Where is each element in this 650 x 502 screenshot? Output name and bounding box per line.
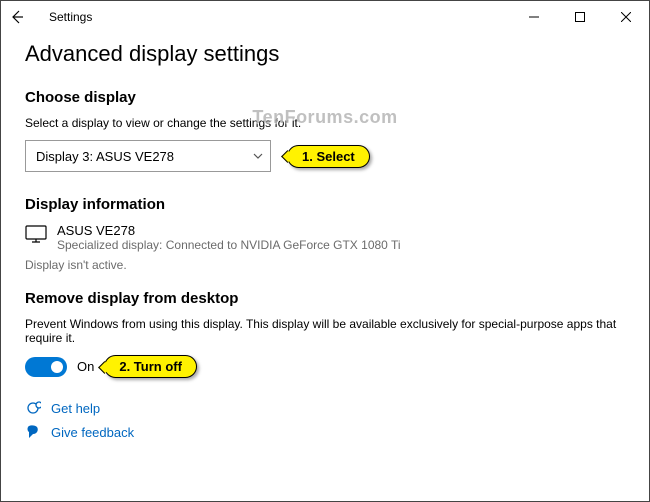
choose-display-hint: Select a display to view or change the s…: [25, 116, 625, 130]
remove-desc: Prevent Windows from using this display.…: [25, 317, 625, 345]
minimize-icon: [529, 12, 539, 22]
close-button[interactable]: [603, 1, 649, 33]
remove-toggle-row: On 2. Turn off: [25, 355, 625, 378]
choose-display-title: Choose display: [25, 89, 625, 106]
display-name: ASUS VE278: [57, 223, 401, 238]
chevron-down-icon: [252, 150, 264, 162]
back-arrow-icon: [9, 9, 25, 25]
monitor-icon: [25, 225, 47, 243]
titlebar: Settings: [1, 1, 649, 33]
help-link[interactable]: Get help: [51, 401, 100, 416]
display-info-row: ASUS VE278 Specialized display: Connecte…: [25, 223, 625, 252]
window-controls: [511, 1, 649, 33]
remove-title: Remove display from desktop: [25, 290, 625, 307]
display-detail: Specialized display: Connected to NVIDIA…: [57, 238, 401, 252]
display-dropdown[interactable]: Display 3: ASUS VE278: [25, 140, 271, 172]
remove-toggle-label: On: [77, 359, 94, 374]
display-info-text: ASUS VE278 Specialized display: Connecte…: [57, 223, 401, 252]
display-status: Display isn't active.: [25, 258, 625, 272]
callout-turnoff: 2. Turn off: [104, 355, 197, 378]
remove-toggle[interactable]: [25, 357, 67, 377]
back-button[interactable]: [1, 1, 33, 33]
help-icon: [25, 400, 41, 416]
feedback-link-row: Give feedback: [25, 424, 625, 440]
display-dropdown-value: Display 3: ASUS VE278: [36, 149, 174, 164]
content-area: Advanced display settings Choose display…: [1, 33, 649, 460]
maximize-icon: [575, 12, 585, 22]
page-heading: Advanced display settings: [25, 41, 625, 67]
callout-select: 1. Select: [287, 145, 370, 168]
close-icon: [621, 12, 631, 22]
feedback-icon: [25, 424, 41, 440]
maximize-button[interactable]: [557, 1, 603, 33]
minimize-button[interactable]: [511, 1, 557, 33]
display-select-row: Display 3: ASUS VE278 1. Select: [25, 140, 625, 172]
window-title: Settings: [49, 10, 92, 24]
feedback-link[interactable]: Give feedback: [51, 425, 134, 440]
display-info-title: Display information: [25, 196, 625, 213]
help-link-row: Get help: [25, 400, 625, 416]
